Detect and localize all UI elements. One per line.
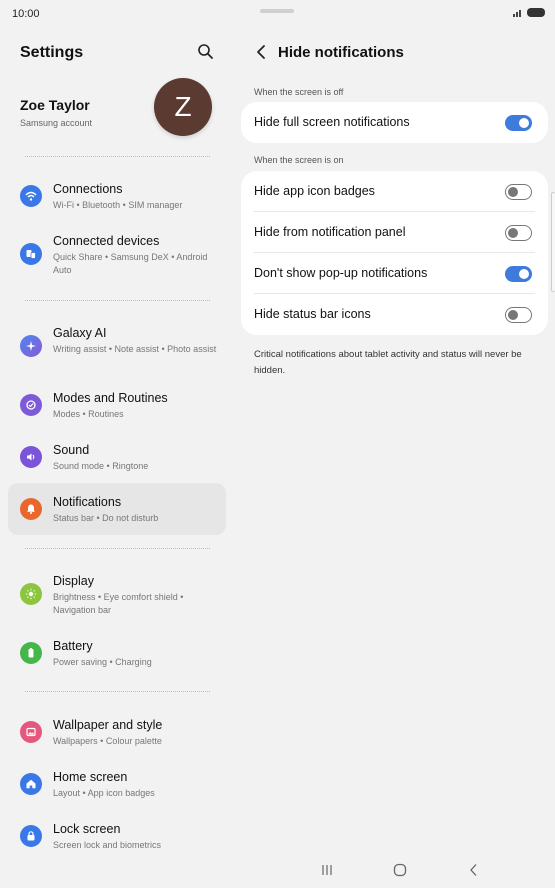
sidebar-item-title: Display: [53, 574, 94, 588]
display-icon: [20, 583, 42, 605]
divider: [25, 300, 210, 301]
sidebar-item-title: Sound: [53, 443, 90, 457]
toggle-label: Hide full screen notifications: [254, 115, 410, 129]
sidebar-item-title: Wallpaper and style: [53, 718, 163, 732]
settings-title: Settings: [20, 44, 84, 61]
sidebar-item-title: Connections: [53, 182, 123, 196]
signal-icon: [513, 9, 523, 17]
sidebar-item-title: Galaxy AI: [53, 326, 107, 340]
sidebar-item-subtitle: Status bar • Do not disturb: [53, 513, 159, 523]
sound-icon: [20, 446, 42, 468]
toggle-switch[interactable]: [505, 266, 532, 282]
sidebar-item-sound[interactable]: Sound Sound mode • Ringtone: [8, 437, 226, 477]
toggle-label: Hide from notification panel: [254, 225, 406, 239]
sidebar-item-subtitle: Modes • Routines: [53, 409, 124, 419]
status-time: 10:00: [12, 8, 40, 20]
sidebar-item-title: Battery: [53, 639, 93, 653]
wifi-icon: [20, 185, 42, 207]
home-button-icon[interactable]: [390, 862, 410, 878]
toggle-switch[interactable]: [505, 307, 532, 323]
back-button-icon[interactable]: [464, 862, 484, 878]
sidebar-item-connections[interactable]: Connections Wi-Fi • Bluetooth • SIM mana…: [8, 176, 226, 216]
search-icon[interactable]: [196, 42, 216, 62]
sidebar-item-title: Notifications: [53, 495, 122, 509]
battery-icon: [20, 642, 42, 664]
sidebar-item-battery[interactable]: Battery Power saving • Charging: [8, 633, 226, 673]
section-label-screen-on: When the screen is on: [254, 155, 344, 165]
sidebar-item-subtitle: Wallpapers • Colour palette: [53, 736, 162, 746]
toggle-row-no-popups[interactable]: Don't show pop-up notifications: [241, 253, 548, 294]
galaxy-ai-icon: [20, 335, 42, 357]
sidebar-item-notifications[interactable]: Notifications Status bar • Do not distur…: [8, 483, 226, 535]
sidebar-item-title: Home screen: [53, 770, 128, 784]
sidebar-item-subtitle: Layout • App icon badges: [53, 788, 155, 798]
toggle-label: Hide app icon badges: [254, 184, 375, 198]
card-screen-on: Hide app icon badges Hide from notificat…: [241, 171, 548, 335]
divider: [25, 691, 210, 692]
page-title: Hide notifications: [278, 44, 404, 61]
sidebar-item-title: Lock screen: [53, 822, 121, 836]
toggle-switch[interactable]: [505, 115, 532, 131]
sidebar-item-subtitle: Power saving • Charging: [53, 657, 152, 667]
notifications-icon: [20, 498, 42, 520]
wallpaper-icon: [20, 721, 42, 743]
sidebar-item-title: Modes and Routines: [53, 391, 168, 405]
toggle-switch[interactable]: [505, 225, 532, 241]
avatar[interactable]: Z: [154, 78, 212, 136]
toggle-row-hide-from-panel[interactable]: Hide from notification panel: [241, 212, 548, 253]
sidebar-item-modes-routines[interactable]: Modes and Routines Modes • Routines: [8, 385, 226, 425]
toggle-label: Don't show pop-up notifications: [254, 266, 428, 280]
sidebar-item-subtitle: Brightness • Eye comfort shield • Naviga…: [53, 592, 184, 615]
status-icons: [513, 8, 545, 17]
sidebar-item-home-screen[interactable]: Home screen Layout • App icon badges: [8, 764, 226, 804]
profile-subtitle: Samsung account: [20, 118, 93, 128]
panel-resize-handle[interactable]: [551, 192, 555, 292]
sidebar-item-subtitle: Quick Share • Samsung DeX • Android Auto: [53, 252, 208, 275]
toggle-switch[interactable]: [505, 184, 532, 200]
back-arrow-icon[interactable]: [252, 42, 270, 62]
divider: [25, 548, 210, 549]
card-screen-off: Hide full screen notifications: [241, 102, 548, 143]
sidebar-item-display[interactable]: Display Brightness • Eye comfort shield …: [8, 568, 226, 620]
drag-handle[interactable]: [260, 9, 294, 13]
sidebar-item-connected-devices[interactable]: Connected devices Quick Share • Samsung …: [8, 228, 226, 280]
sidebar-item-subtitle: Wi-Fi • Bluetooth • SIM manager: [53, 200, 183, 210]
modes-icon: [20, 394, 42, 416]
toggle-label: Hide status bar icons: [254, 307, 371, 321]
home-icon: [20, 773, 42, 795]
connected-devices-icon: [20, 243, 42, 265]
toggle-row-hide-full-screen[interactable]: Hide full screen notifications: [241, 102, 548, 143]
sidebar-item-galaxy-ai[interactable]: Galaxy AI Writing assist • Note assist •…: [8, 320, 226, 372]
sidebar-item-subtitle: Sound mode • Ringtone: [53, 461, 149, 471]
hide-notifications-panel: Hide notifications When the screen is of…: [238, 28, 555, 848]
settings-panel: Settings Zoe Taylor Samsung account Z Co…: [0, 28, 232, 850]
toggle-row-hide-status-bar-icons[interactable]: Hide status bar icons: [241, 294, 548, 335]
sidebar-item-wallpaper[interactable]: Wallpaper and style Wallpapers • Colour …: [8, 712, 226, 752]
section-label-screen-off: When the screen is off: [254, 87, 344, 97]
info-note: Critical notifications about tablet acti…: [254, 349, 522, 376]
profile-name[interactable]: Zoe Taylor: [20, 97, 90, 113]
navigation-bar: [0, 848, 555, 888]
divider: [25, 156, 210, 157]
sidebar-item-title: Connected devices: [53, 234, 160, 248]
battery-status-icon: [527, 8, 545, 17]
recent-apps-icon[interactable]: [317, 862, 337, 878]
status-bar: 10:00: [0, 0, 555, 28]
lock-icon: [20, 825, 42, 847]
toggle-row-hide-app-icon-badges[interactable]: Hide app icon badges: [241, 171, 548, 212]
sidebar-item-subtitle: Writing assist • Note assist • Photo ass…: [53, 344, 217, 354]
